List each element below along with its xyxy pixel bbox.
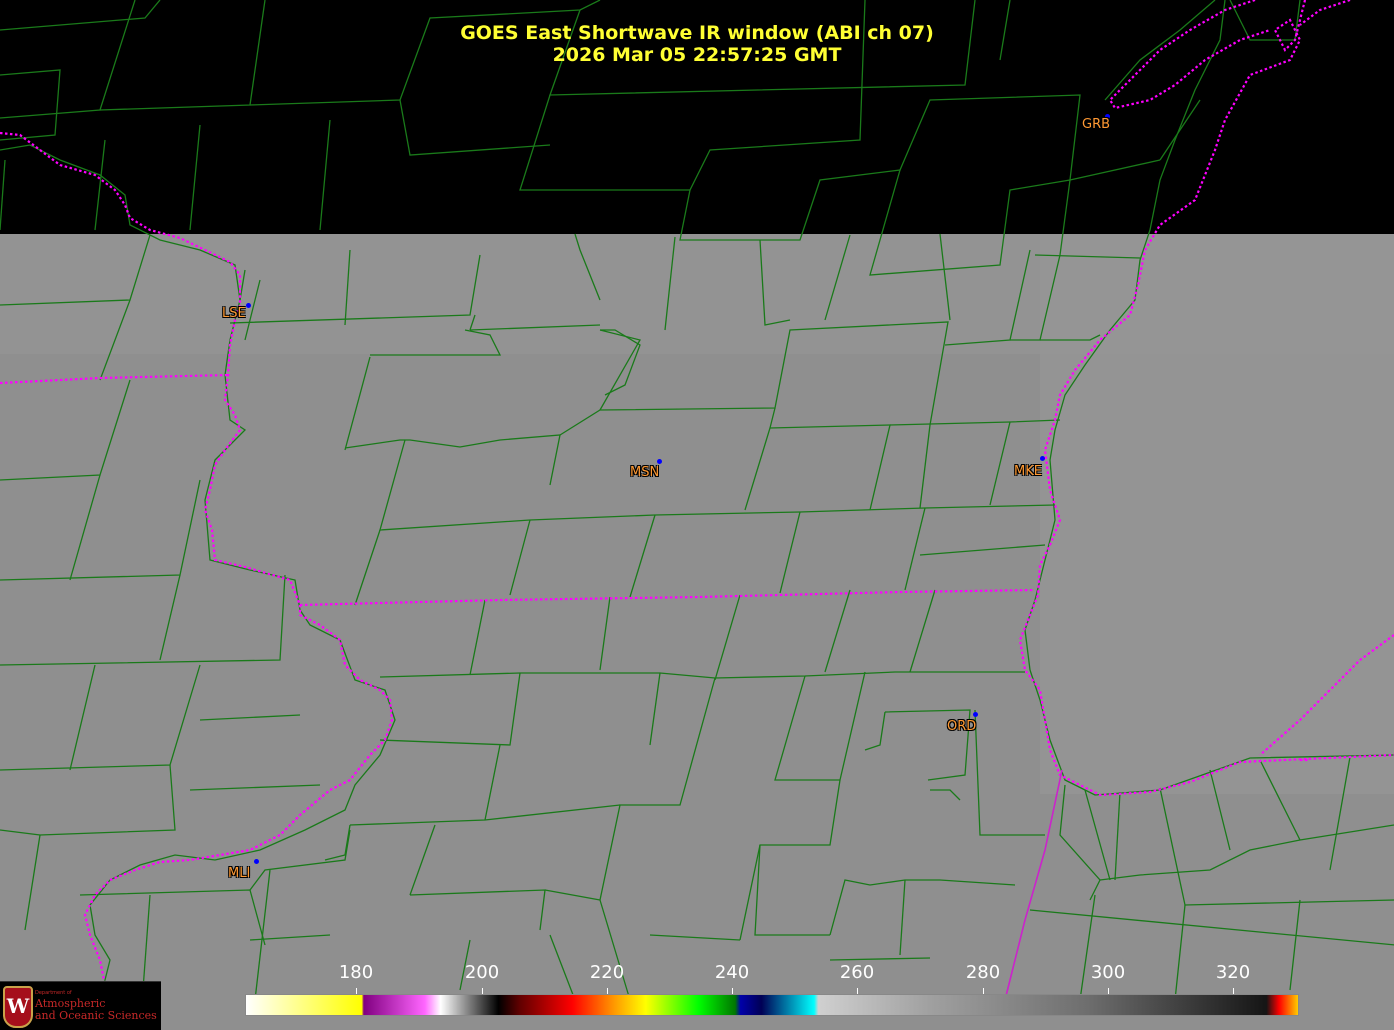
city-label-msn: MSN xyxy=(630,465,660,480)
satellite-image-viewer: GOES East Shortwave IR window (ABI ch 07… xyxy=(0,0,1394,1030)
colorbar-tick-180: 180 xyxy=(338,962,374,983)
aos-logo: W Department of Atmospheric and Oceanic … xyxy=(0,981,161,1030)
colorbar-tick-220: 220 xyxy=(589,962,625,983)
lake-michigan-shading xyxy=(1040,234,1394,794)
temperature-colorbar xyxy=(245,994,1299,1016)
colorbar-tick-300: 300 xyxy=(1090,962,1126,983)
city-dot-msn xyxy=(657,459,662,464)
logo-department-text: Department of xyxy=(35,990,72,996)
city-dot-mli xyxy=(254,859,259,864)
colorbar-tick-320: 320 xyxy=(1215,962,1251,983)
city-label-ord: ORD xyxy=(947,719,977,734)
colorbar-tick-280: 280 xyxy=(965,962,1001,983)
city-label-lse: LSE xyxy=(222,306,246,321)
city-label-mke: MKE xyxy=(1014,464,1042,479)
city-label-grb: GRB xyxy=(1082,117,1111,132)
image-title: GOES East Shortwave IR window (ABI ch 07… xyxy=(460,22,934,44)
colorbar-tick-260: 260 xyxy=(839,962,875,983)
satellite-map xyxy=(0,0,1394,1030)
uw-crest-icon: W xyxy=(3,986,33,1028)
colorbar-tick-200: 200 xyxy=(464,962,500,983)
city-label-mli: MLI xyxy=(228,866,251,881)
city-dot-lse xyxy=(246,303,251,308)
city-dot-ord xyxy=(973,712,978,717)
image-timestamp: 2026 Mar 05 22:57:25 GMT xyxy=(552,44,842,66)
city-dot-mke xyxy=(1040,456,1045,461)
colorbar-tick-240: 240 xyxy=(714,962,750,983)
logo-name-line2: and Oceanic Sciences xyxy=(35,1009,157,1022)
